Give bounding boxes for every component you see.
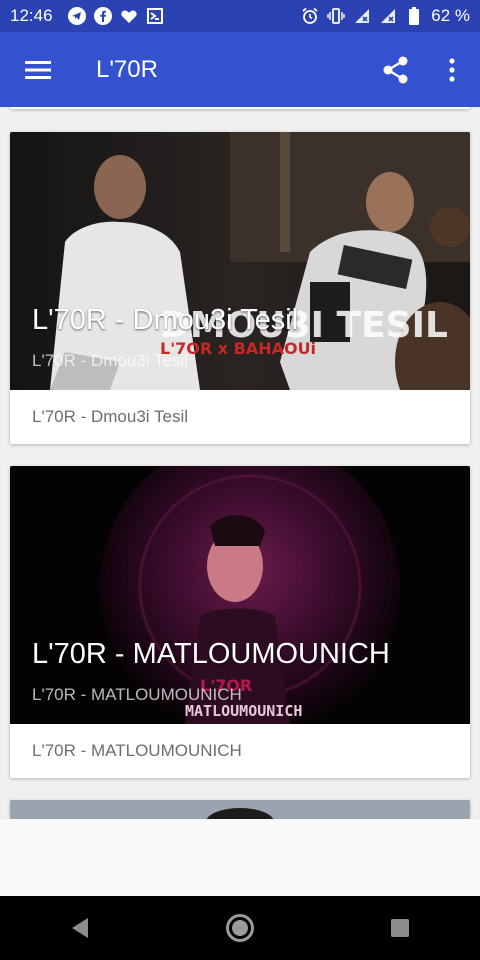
app-bar: L'70R <box>0 32 480 107</box>
bottom-empty-area <box>0 819 480 896</box>
card-footer: L'70R - Dmou3i Tesil <box>32 407 188 426</box>
system-navigation-bar <box>0 896 480 960</box>
alarm-icon <box>301 7 319 25</box>
share-icon <box>383 56 408 83</box>
recents-square-icon <box>391 919 409 937</box>
back-triangle-icon <box>72 918 88 938</box>
menu-button[interactable] <box>0 32 76 107</box>
list-item-partial-top[interactable] <box>10 107 470 109</box>
share-button[interactable] <box>368 32 424 107</box>
home-button[interactable] <box>210 896 270 960</box>
recents-button[interactable] <box>370 896 430 960</box>
signal-icon-1 <box>353 7 371 25</box>
overflow-menu-button[interactable] <box>424 32 480 107</box>
list-item[interactable]: DMOU3I TESIL L'7OR x BAHAOUi L'70R - Dmo… <box>10 132 470 444</box>
card-footer: L'70R - MATLOUMOUNICH <box>32 741 242 760</box>
hamburger-menu-icon <box>25 60 51 79</box>
thumbnail-image <box>10 800 470 819</box>
card-overlay-title: L'70R - MATLOUMOUNICH <box>32 638 390 670</box>
heart-icon <box>120 7 138 25</box>
video-thumbnail[interactable]: L'7OR MATLOUMOUNICH L'70R - MATLOUMOUNIC… <box>10 466 470 724</box>
system-icons: 62 % <box>301 6 470 26</box>
video-list[interactable]: DMOU3I TESIL L'7OR x BAHAOUi L'70R - Dmo… <box>0 107 480 819</box>
app-title: L'70R <box>96 55 158 83</box>
list-item[interactable]: L'7OR MATLOUMOUNICH L'70R - MATLOUMOUNIC… <box>10 466 470 778</box>
signal-icon-2 <box>379 7 397 25</box>
list-item-partial-bottom[interactable] <box>10 800 470 819</box>
more-vertical-icon <box>449 57 455 82</box>
telegram-icon <box>68 7 86 25</box>
card-overlay-subtitle: L'70R - Dmou3i Tesil <box>32 351 188 370</box>
back-button[interactable] <box>50 896 110 960</box>
notification-icons <box>68 7 164 25</box>
home-circle-icon <box>226 914 254 942</box>
battery-icon <box>405 7 423 25</box>
status-bar: 12:46 62 % <box>0 0 480 32</box>
card-overlay-title: L'70R - Dmou3i Tesil <box>32 304 299 336</box>
app-notification-icon <box>146 7 164 25</box>
facebook-icon <box>94 7 112 25</box>
battery-percent: 62 % <box>431 6 470 25</box>
video-thumbnail[interactable]: DMOU3I TESIL L'7OR x BAHAOUi L'70R - Dmo… <box>10 132 470 390</box>
status-time: 12:46 <box>10 6 53 25</box>
vibrate-icon <box>327 7 345 25</box>
card-overlay-subtitle: L'70R - MATLOUMOUNICH <box>32 685 242 704</box>
